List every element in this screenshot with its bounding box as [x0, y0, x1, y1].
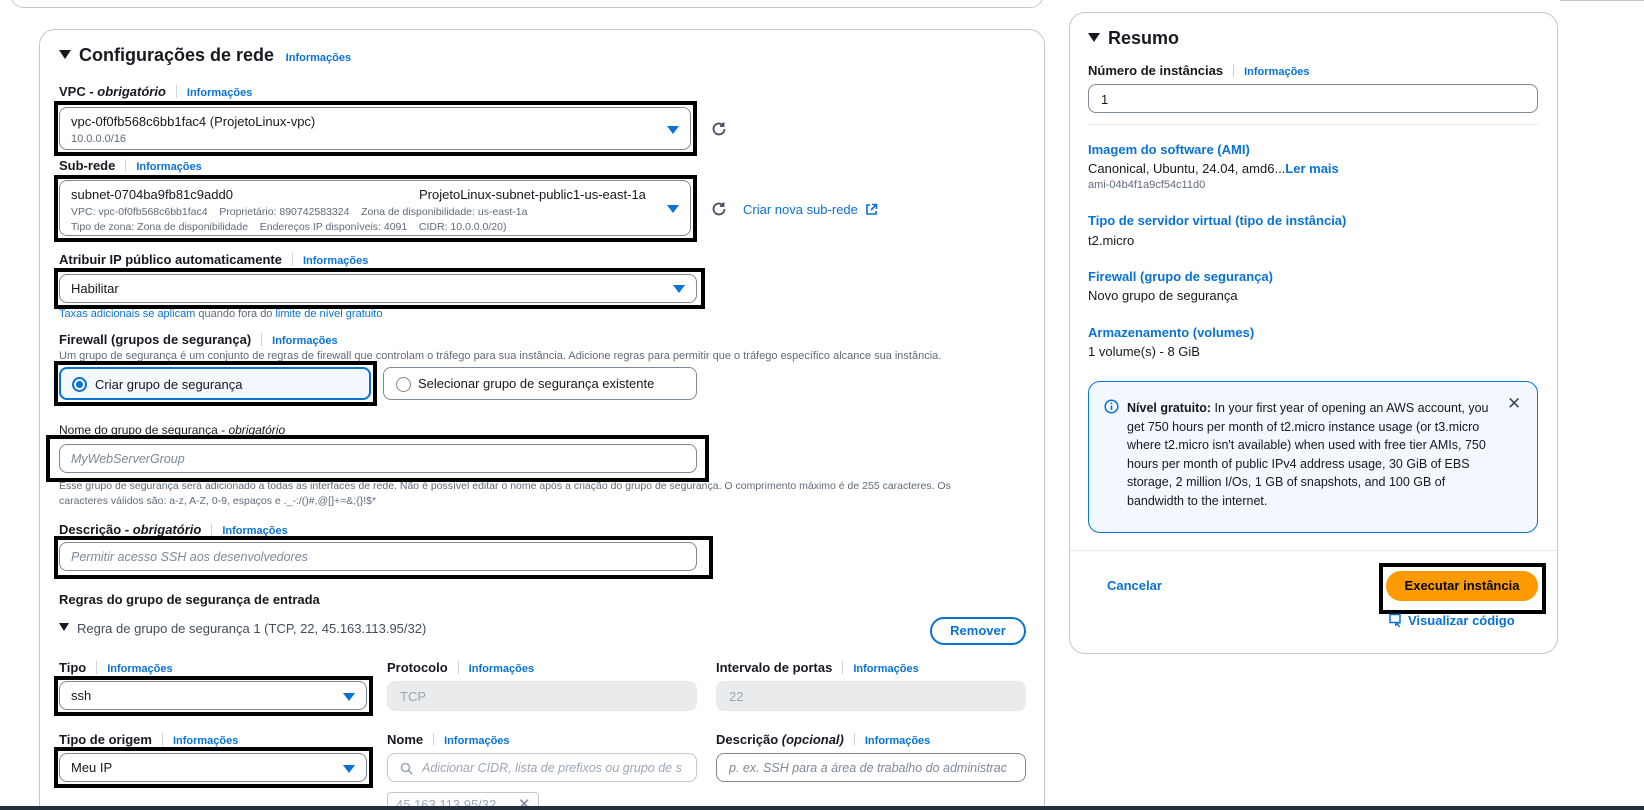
- rule-description-label: Descrição (opcional) Informações: [716, 732, 931, 747]
- security-group-value: Novo grupo de segurança: [1088, 288, 1238, 303]
- instance-count-input[interactable]: 1: [1088, 84, 1538, 113]
- remove-rule-button[interactable]: Remover: [930, 617, 1026, 645]
- network-settings-title: Configurações de rede: [79, 45, 275, 65]
- storage-value: 1 volume(s) - 8 GiB: [1088, 344, 1200, 359]
- source-type-highlight: [54, 747, 373, 788]
- ami-link[interactable]: Imagem do software (AMI): [1088, 142, 1250, 157]
- name-info-link[interactable]: Informações: [444, 735, 509, 747]
- right-edge-line: [1560, 0, 1644, 1]
- create-sg-highlight: [54, 361, 377, 406]
- instance-type-link[interactable]: Tipo de servidor virtual (tipo de instân…: [1088, 213, 1346, 228]
- cancel-button[interactable]: Cancelar: [1107, 578, 1162, 593]
- subnet-info-link[interactable]: Informações: [136, 161, 201, 173]
- summary-footer-divider: [1070, 550, 1557, 551]
- source-type-label: Tipo de origem Informações: [59, 732, 239, 747]
- port-range-info-link[interactable]: Informações: [853, 663, 918, 675]
- port-range-value: 22: [729, 689, 744, 704]
- type-highlight: [54, 676, 373, 716]
- bottom-bar: [0, 806, 1644, 810]
- vpc-highlight: [54, 101, 697, 156]
- info-icon: [1104, 399, 1119, 414]
- rule-1-header[interactable]: Regra de grupo de segurança 1 (TCP, 22, …: [59, 621, 426, 636]
- ami-id: ami-04b4f1a9cf54c11d0: [1088, 179, 1206, 191]
- subnet-label: Sub-rede Informações: [59, 158, 202, 173]
- description-label: Descrição - obrigatório Informações: [59, 522, 288, 537]
- search-icon: [400, 762, 413, 775]
- radio-unselected-icon: [396, 377, 411, 392]
- public-ip-label: Atribuir IP público automaticamente Infor…: [59, 252, 369, 267]
- protocol-field: TCP: [387, 681, 697, 711]
- external-link-icon: [865, 203, 877, 215]
- source-name-input[interactable]: Adicionar CIDR, lista de prefixos ou gru…: [387, 753, 697, 782]
- free-tier-note: Taxas adicionais se aplicam quando fora …: [59, 308, 383, 320]
- code-icon: [1389, 613, 1401, 628]
- sg-name-highlight: [46, 435, 709, 482]
- network-settings-header[interactable]: Configurações de rede Informações: [59, 45, 351, 66]
- sg-name-hint-line1: Esse grupo de segurança será adicionado …: [59, 480, 951, 492]
- sg-name-hint-line2: caracteres válidos são: a-z, A-Z, 0-9, e…: [59, 495, 377, 507]
- summary-divider: [1088, 124, 1538, 125]
- launch-instance-highlight: [1379, 563, 1546, 614]
- rule-description-info-link[interactable]: Informações: [865, 735, 930, 747]
- protocol-label: Protocolo Informações: [387, 660, 535, 675]
- name-label: Nome Informações: [387, 732, 510, 747]
- close-icon[interactable]: ✕: [1507, 394, 1521, 414]
- collapse-triangle-icon: [1088, 33, 1100, 42]
- collapse-triangle-icon: [59, 50, 71, 59]
- rule-description-input[interactable]: p. ex. SSH para a área de trabalho do ad…: [716, 753, 1026, 782]
- previous-panel-edge: [10, 0, 1044, 8]
- collapse-triangle-icon: [59, 623, 69, 631]
- read-more-link[interactable]: Ler mais: [1285, 161, 1338, 176]
- description-highlight: [54, 536, 713, 579]
- select-existing-sg-option[interactable]: Selecionar grupo de segurança existente: [383, 367, 697, 400]
- source-name-placeholder: Adicionar CIDR, lista de prefixos ou gru…: [422, 761, 682, 775]
- instance-type-value: t2.micro: [1088, 233, 1135, 248]
- create-subnet-link[interactable]: Criar nova sub-rede: [743, 202, 878, 217]
- summary-title: Resumo: [1108, 28, 1180, 48]
- inbound-rules-title: Regras do grupo de segurança de entrada: [59, 592, 320, 607]
- firewall-label: Firewall (grupos de segurança) Informaçõe…: [59, 332, 338, 347]
- source-type-info-link[interactable]: Informações: [173, 735, 238, 747]
- storage-link[interactable]: Armazenamento (volumes): [1088, 325, 1254, 340]
- type-info-link[interactable]: Informações: [107, 663, 172, 675]
- free-tier-limit-link[interactable]: limite de nível gratuito: [275, 308, 382, 320]
- rule-description-placeholder: p. ex. SSH para a área de trabalho do ad…: [729, 761, 1007, 775]
- vpc-label: VPC - obrigatório Informações: [59, 84, 253, 99]
- firewall-info-link[interactable]: Informações: [272, 335, 337, 347]
- summary-header[interactable]: Resumo: [1088, 28, 1179, 49]
- instance-count-label: Número de instâncias Informações: [1088, 63, 1310, 78]
- ami-value: Canonical, Ubuntu, 24.04, amd6...Ler mai…: [1088, 161, 1339, 176]
- protocol-info-link[interactable]: Informações: [469, 663, 534, 675]
- public-ip-highlight: [54, 268, 705, 309]
- instance-count-info-link[interactable]: Informações: [1244, 66, 1309, 78]
- refresh-icon[interactable]: [711, 121, 727, 137]
- instance-count-value: 1: [1101, 92, 1109, 107]
- subnet-highlight: [54, 175, 697, 242]
- public-ip-info-link[interactable]: Informações: [303, 255, 368, 267]
- protocol-value: TCP: [400, 689, 426, 704]
- vpc-info-link[interactable]: Informações: [187, 87, 252, 99]
- free-tier-text: Nível gratuito: In your first year of op…: [1127, 401, 1489, 508]
- refresh-icon[interactable]: [711, 201, 727, 217]
- port-range-label: Intervalo de portas Informações: [716, 660, 919, 675]
- security-group-link[interactable]: Firewall (grupo de segurança): [1088, 269, 1273, 284]
- free-tier-alert: Nível gratuito: In your first year of op…: [1088, 381, 1538, 533]
- type-label: Tipo Informações: [59, 660, 173, 675]
- view-code-link[interactable]: Visualizar código: [1389, 613, 1515, 628]
- select-existing-sg-label: Selecionar grupo de segurança existente: [418, 376, 655, 391]
- port-range-field: 22: [716, 681, 1026, 711]
- network-info-link[interactable]: Informações: [286, 52, 351, 64]
- additional-fees-link[interactable]: Taxas adicionais se aplicam: [59, 308, 195, 320]
